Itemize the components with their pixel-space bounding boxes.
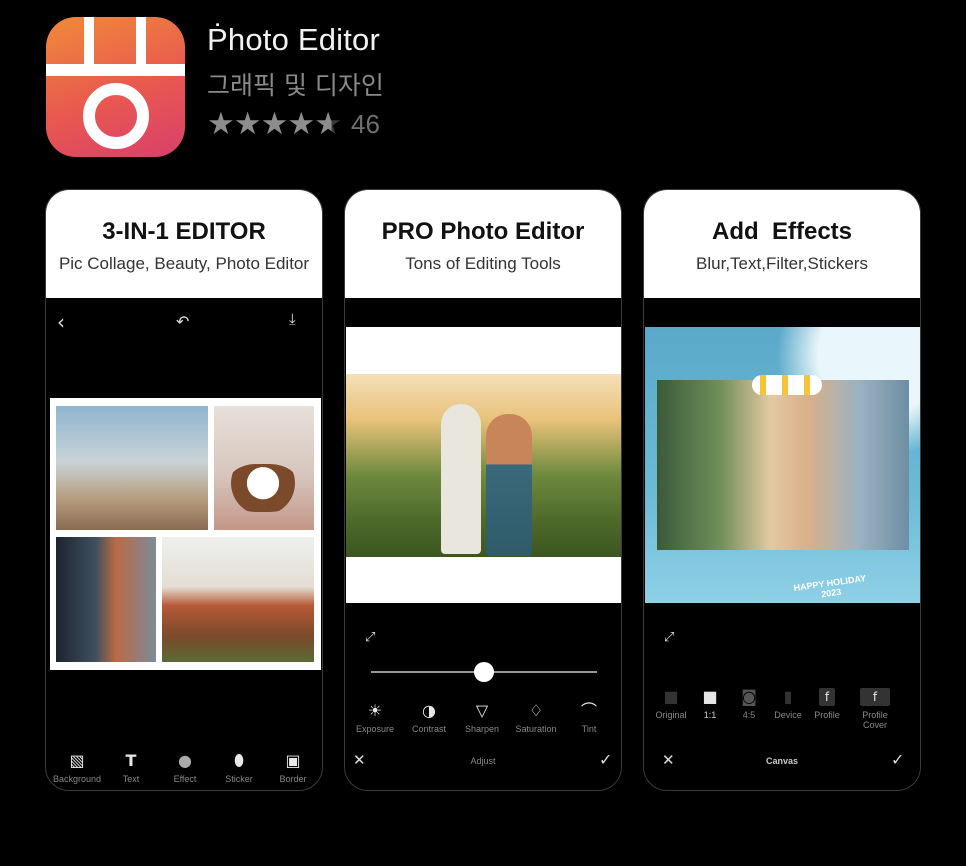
half-star-icon: ★ (314, 106, 342, 142)
ratio-label: Profile (814, 710, 840, 720)
screenshot-card-2[interactable]: PRO Photo Editor Tons of Editing Tools ⤢… (344, 189, 622, 791)
star-icon: ★ (233, 106, 262, 142)
tool-border[interactable]: ▣ Border (267, 751, 319, 785)
card-header: PRO Photo Editor Tons of Editing Tools (345, 190, 621, 298)
card-header: Add Effects Blur,Text,Filter,Stickers (644, 190, 920, 298)
rating-count: 46 (350, 108, 380, 139)
bottom-label: Canvas (765, 756, 799, 766)
star-icon: ★ (260, 106, 289, 142)
tool-label: Contrast (411, 724, 446, 734)
download-icon[interactable]: ⤓ (289, 310, 296, 328)
tool-contrast[interactable]: ◑ Contrast (403, 701, 455, 735)
back-icon[interactable]: ‹ (57, 310, 65, 334)
tool-sticker[interactable]: ⬮ Sticker (213, 751, 265, 785)
app-category: 그래픽 및 디자인 (207, 71, 384, 100)
tool-effect[interactable]: ● Effect (159, 751, 211, 785)
card-heading: PRO Photo Editor (381, 218, 585, 245)
card-subheading: Tons of Editing Tools (405, 254, 561, 273)
collage-photo-dog[interactable] (214, 406, 314, 530)
fullscreen-icon[interactable]: ⤢ (365, 630, 375, 645)
tool-label: Exposure (355, 724, 395, 734)
sharpen-icon: ▽ (475, 701, 489, 720)
screenshot-card-3[interactable]: Add Effects Blur,Text,Filter,Stickers HA… (643, 189, 921, 791)
card-subheading: Pic Collage, Beauty, Photo Editor (58, 254, 310, 273)
text-icon: T (125, 751, 137, 770)
ratio-label: Profile Cover (862, 710, 888, 730)
saturation-icon: ♢ (528, 701, 544, 720)
card-header: 3-IN-1 EDITOR Pic Collage, Beauty, Photo… (46, 190, 322, 298)
tool-label: Border (279, 774, 307, 784)
tool-text[interactable]: T Text (105, 751, 157, 785)
tint-icon: ⌒ (580, 701, 597, 720)
fullscreen-icon[interactable]: ⤢ (664, 630, 674, 645)
icon-ring (83, 83, 149, 149)
facebook-icon: f (819, 688, 835, 706)
card-subheading: Blur,Text,Filter,Stickers (696, 254, 868, 273)
tool-label: Sharpen (464, 724, 500, 734)
tool-exposure[interactable]: ☀ Exposure (349, 701, 401, 735)
tool-label: Sticker (225, 774, 253, 784)
effect-icon: ● (178, 751, 192, 770)
rating: ★ ★ ★ ★ ★ 46 (207, 108, 380, 140)
exposure-icon: ☀ (367, 701, 383, 720)
tool-tint[interactable]: ⌒ Tint (563, 701, 615, 735)
effects-photo[interactable] (657, 375, 909, 550)
screenshot-card-1[interactable]: 3-IN-1 EDITOR Pic Collage, Beauty, Photo… (45, 189, 323, 791)
tool-background[interactable]: ▧ Background (51, 751, 103, 785)
icon-slot-right (136, 17, 146, 64)
background-icon: ▧ (69, 751, 85, 770)
facebook-icon: f (860, 688, 890, 706)
ratio-profile-cover[interactable]: f Profile Cover (849, 688, 901, 730)
collage-photo-beach[interactable] (56, 406, 208, 530)
tool-label: Saturation (515, 724, 557, 734)
tool-label: Tint (581, 724, 597, 734)
family-photo[interactable] (346, 374, 621, 557)
undo-icon[interactable]: ↶ (176, 312, 189, 331)
tool-label: Text (122, 774, 140, 784)
card-heading: 3-IN-1 EDITOR (102, 218, 266, 245)
app-title[interactable]: Ṗhoto Editor (207, 22, 380, 58)
sticker-icon: ⬮ (233, 751, 245, 770)
icon-slot-left (84, 17, 94, 64)
tool-label: Effect (173, 774, 197, 784)
collage-photo-flowers[interactable] (162, 537, 314, 662)
border-icon: ▣ (285, 751, 301, 770)
star-icon: ★ (207, 106, 235, 142)
tool-label: Background (52, 774, 102, 784)
check-icon[interactable]: ✓ (891, 750, 904, 769)
contrast-icon: ◑ (422, 701, 436, 720)
adjust-slider-knob[interactable] (474, 662, 494, 682)
tool-saturation[interactable]: ♢ Saturation (510, 701, 562, 735)
ratio-profile[interactable]: f Profile (801, 688, 853, 720)
icon-band (46, 64, 185, 76)
star-icon: ★ (287, 106, 316, 142)
check-icon[interactable]: ✓ (599, 750, 612, 769)
app-icon[interactable] (46, 17, 185, 157)
bottom-label: Adjust (470, 756, 496, 766)
collage-photo-woman[interactable] (56, 537, 156, 662)
tool-sharpen[interactable]: ▽ Sharpen (456, 701, 508, 735)
card-heading: Add Effects (711, 218, 852, 245)
